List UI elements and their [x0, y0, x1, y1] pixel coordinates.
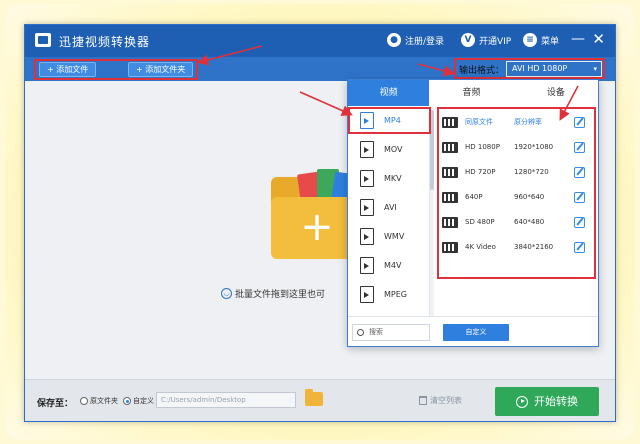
radio-original-label: 原文件夹: [90, 397, 118, 405]
format-item-mkv[interactable]: MKV: [348, 164, 429, 193]
login-button[interactable]: ● 注册/登录: [387, 33, 444, 47]
minimize-button[interactable]: —: [571, 31, 585, 47]
drop-hint: ◡ 批量文件拖到这里也可: [221, 287, 325, 300]
user-icon: ●: [387, 33, 401, 47]
play-icon: [516, 395, 528, 408]
format-label: MKV: [384, 174, 402, 183]
format-list-scrollbar[interactable]: [430, 106, 434, 316]
format-item-mov[interactable]: MOV: [348, 135, 429, 164]
radio-button-selected[interactable]: [123, 397, 131, 405]
bottom-bar: 保存至： 原文件夹 自定义 C:/Users/admin/Desktop 清空列…: [25, 379, 615, 421]
login-label: 注册/登录: [405, 36, 445, 47]
drop-hint-text: 批量文件拖到这里也可: [235, 290, 326, 300]
radio-original-folder[interactable]: 原文件夹: [80, 396, 118, 406]
clear-list-label: 清空列表: [430, 396, 462, 405]
annotation-box-add-buttons: [34, 59, 198, 80]
format-item-m4v[interactable]: M4V: [348, 251, 429, 280]
format-label: M4V: [384, 261, 402, 270]
format-item-avi[interactable]: AVI: [348, 193, 429, 222]
title-bar: 迅捷视频转换器 ● 注册/登录 V 开通VIP ≡ 菜单 — ✕: [25, 25, 615, 57]
app-window: 迅捷视频转换器 ● 注册/登录 V 开通VIP ≡ 菜单 — ✕ + 添加文件 …: [24, 24, 616, 422]
search-icon: [357, 329, 364, 336]
video-file-icon: [360, 228, 374, 245]
format-label: MPEG: [384, 290, 407, 299]
tab-video[interactable]: 视频: [348, 80, 430, 106]
format-label: MOV: [384, 145, 403, 154]
radio-custom-folder[interactable]: 自定义: [123, 396, 154, 406]
save-path-input[interactable]: C:/Users/admin/Desktop: [156, 392, 296, 408]
app-title: 迅捷视频转换器: [59, 35, 151, 49]
clear-list-button[interactable]: 清空列表: [419, 395, 462, 406]
format-item-wmv[interactable]: WMV: [348, 222, 429, 251]
annotation-box-mp4: [348, 107, 431, 134]
video-file-icon: [360, 141, 374, 158]
format-label: AVI: [384, 203, 397, 212]
menu-icon: ≡: [523, 33, 537, 47]
search-placeholder: 搜索: [369, 328, 383, 336]
radio-custom-label: 自定义: [133, 397, 154, 405]
format-list: MP4 MOV MKV AVI WMV M4V MPEG: [348, 106, 430, 316]
panel-footer: 搜索 自定义: [348, 316, 598, 348]
format-item-mpeg[interactable]: MPEG: [348, 280, 429, 309]
tab-audio[interactable]: 音频: [429, 80, 514, 106]
save-to-label: 保存至：: [37, 399, 74, 409]
vip-button[interactable]: V 开通VIP: [461, 33, 511, 47]
video-file-icon: [360, 286, 374, 303]
format-tabs: 视频 音频 设备: [348, 80, 598, 106]
format-search-input[interactable]: 搜索: [352, 324, 430, 341]
trash-icon: [419, 396, 427, 405]
start-label: 开始转换: [534, 395, 578, 408]
menu-button[interactable]: ≡ 菜单: [523, 33, 559, 47]
browse-folder-icon[interactable]: [305, 389, 323, 406]
radio-button[interactable]: [80, 397, 88, 405]
app-logo-icon: [35, 33, 51, 47]
vip-icon: V: [461, 33, 475, 47]
menu-label: 菜单: [541, 36, 560, 47]
video-file-icon: [360, 199, 374, 216]
annotation-box-resolutions: [437, 107, 596, 279]
start-convert-button[interactable]: 开始转换: [495, 387, 599, 416]
video-file-icon: [360, 257, 374, 274]
smile-icon: ◡: [221, 288, 232, 299]
video-file-icon: [360, 170, 374, 187]
tab-device[interactable]: 设备: [513, 80, 598, 106]
format-label: WMV: [384, 232, 405, 241]
close-button[interactable]: ✕: [592, 30, 605, 48]
vip-label: 开通VIP: [479, 36, 512, 47]
annotation-box-output-format: [454, 58, 605, 79]
custom-button[interactable]: 自定义: [443, 324, 509, 341]
